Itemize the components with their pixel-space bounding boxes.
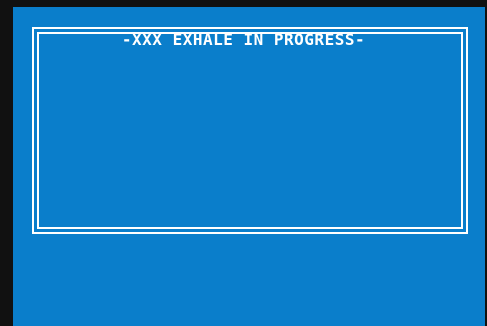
display-screen	[13, 7, 485, 326]
status-panel-frame	[32, 27, 468, 234]
status-title: -XXX EXHALE IN PROGRESS-	[121, 30, 366, 49]
status-panel-inner-border	[37, 32, 463, 229]
